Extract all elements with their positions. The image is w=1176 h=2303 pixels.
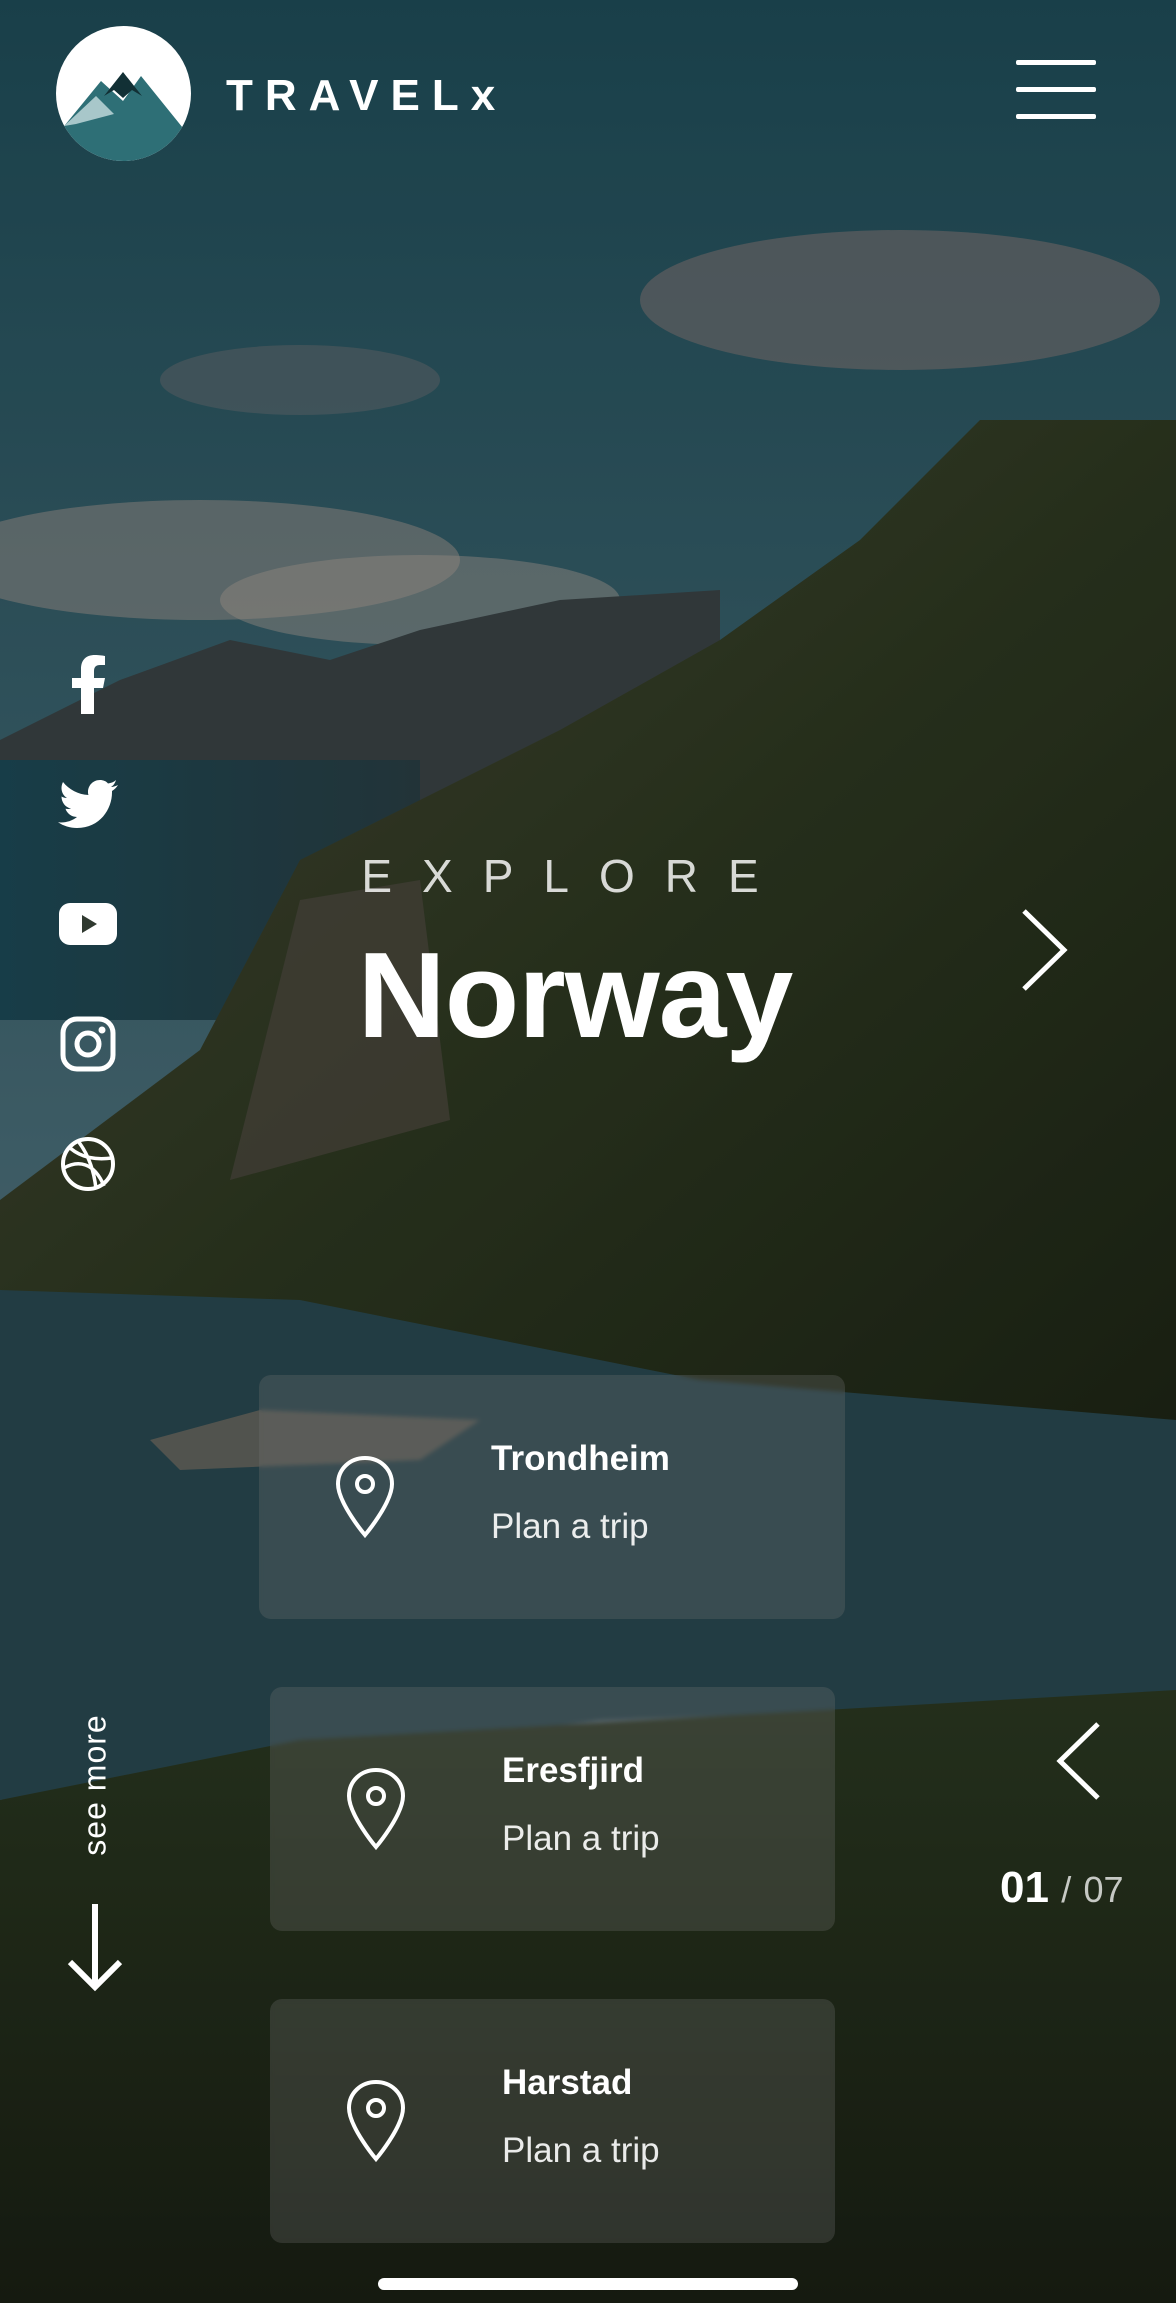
map-pin-icon bbox=[346, 1767, 406, 1851]
slide-counter: 01 / 07 bbox=[1000, 1860, 1123, 1918]
plan-trip-link[interactable]: Plan a trip bbox=[502, 1817, 660, 1861]
home-indicator bbox=[378, 2278, 798, 2290]
brand-logo[interactable] bbox=[56, 26, 191, 161]
plan-trip-link[interactable]: Plan a trip bbox=[502, 2129, 660, 2173]
chevron-left-icon[interactable] bbox=[1052, 1720, 1104, 1802]
destination-card[interactable]: Trondheim Plan a trip bbox=[259, 1375, 845, 1619]
destination-name: Harstad bbox=[502, 2063, 633, 2102]
hero-kicker: EXPLORE bbox=[361, 850, 789, 902]
destination-card[interactable]: Eresfjird Plan a trip bbox=[270, 1687, 835, 1931]
background-landscape-image bbox=[0, 0, 1176, 2303]
map-pin-icon bbox=[335, 1455, 395, 1539]
brand-name: TRAVELx bbox=[226, 71, 508, 120]
plan-trip-link[interactable]: Plan a trip bbox=[491, 1505, 649, 1549]
slide-total: 07 bbox=[1083, 1869, 1124, 1910]
dribbble-icon[interactable] bbox=[56, 1132, 120, 1196]
see-more-text: see more bbox=[76, 1714, 113, 1856]
twitter-icon[interactable] bbox=[56, 772, 120, 836]
facebook-icon[interactable] bbox=[56, 652, 120, 716]
map-pin-icon bbox=[346, 2079, 406, 2163]
see-more-label[interactable]: see more bbox=[40, 1700, 150, 1870]
hero-title: Norway bbox=[357, 927, 794, 1063]
mountain-logo-icon bbox=[56, 72, 191, 161]
arrow-down-icon[interactable] bbox=[64, 1902, 126, 1992]
slide-separator: / bbox=[1061, 1869, 1072, 1910]
destination-name: Trondheim bbox=[491, 1439, 670, 1478]
destination-card[interactable]: Harstad Plan a trip bbox=[270, 1999, 835, 2243]
slide-current: 01 bbox=[1000, 1863, 1049, 1912]
destination-name: Eresfjird bbox=[502, 1751, 644, 1790]
chevron-right-icon[interactable] bbox=[1016, 905, 1076, 995]
hamburger-menu-icon[interactable] bbox=[1016, 60, 1096, 120]
